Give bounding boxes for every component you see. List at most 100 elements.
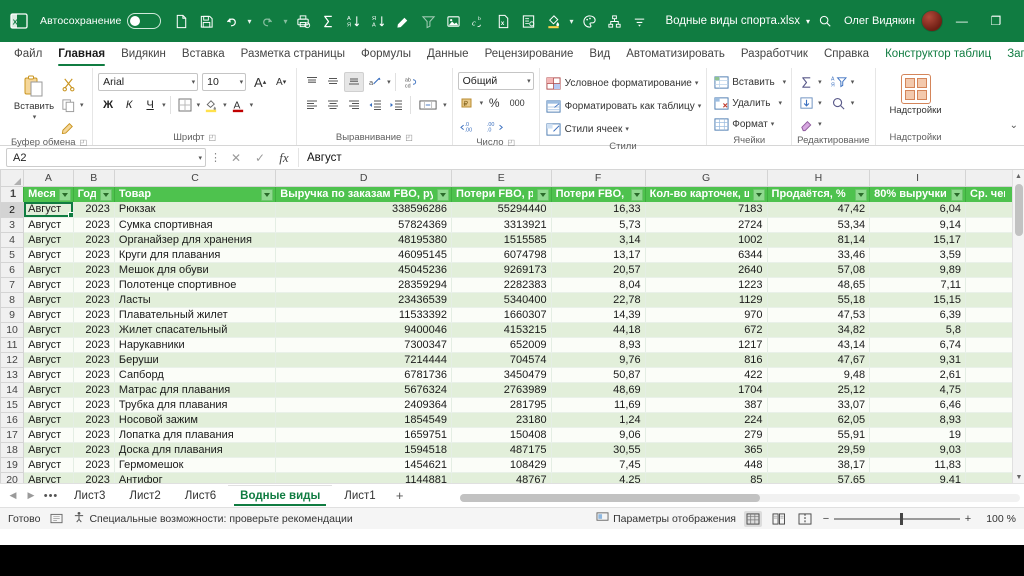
cell-I3[interactable]: 9,14 <box>869 217 967 233</box>
zoom-out-button[interactable]: − <box>822 513 830 525</box>
table-row[interactable]: 10 Август 2023 Жилет спасательный 9400046 415… <box>0 321 1024 338</box>
cell-H2[interactable]: 47,42 <box>767 202 871 218</box>
redo-dropdown-caret[interactable]: ▾ <box>280 9 290 33</box>
autosum-caret[interactable]: ▾ <box>818 78 822 86</box>
cell-H15[interactable]: 33,07 <box>767 397 871 413</box>
tab-vidyakin[interactable]: Видякин <box>113 43 174 65</box>
document-title[interactable]: Водные виды спорта.xlsx ▾ <box>665 15 810 27</box>
cell-I7[interactable]: 7,11 <box>869 277 967 293</box>
name-box[interactable]: A2 ▾ <box>6 148 206 167</box>
column-header-h[interactable]: H <box>766 170 871 187</box>
font-size-combo[interactable]: 10 ▾ <box>202 73 247 91</box>
number-format-combo[interactable]: Общий ▾ <box>457 72 534 90</box>
cell-D9[interactable]: 11533392 <box>275 307 453 323</box>
cell-F9[interactable]: 14,39 <box>551 307 646 323</box>
cell-G14[interactable]: 1704 <box>645 382 768 398</box>
merge-center-button[interactable] <box>415 95 441 115</box>
cell-C19[interactable]: Гермомешок <box>114 457 277 473</box>
cell-B19[interactable]: 2023 <box>73 457 115 473</box>
new-document-icon[interactable] <box>169 9 193 33</box>
tab-insert[interactable]: Вставка <box>174 43 233 65</box>
cell-I5[interactable]: 3,59 <box>869 247 967 263</box>
number-dialog-launcher[interactable]: ◰ <box>508 136 516 150</box>
cell-H9[interactable]: 47,53 <box>767 307 871 323</box>
cell-C4[interactable]: Органайзер для хранения <box>114 232 277 248</box>
insert-cells-caret[interactable]: ▾ <box>783 78 787 86</box>
cell-I4[interactable]: 15,17 <box>869 232 967 248</box>
cell-C16[interactable]: Носовой зажим <box>114 412 277 428</box>
decrease-font-size-button[interactable]: A ▾ <box>271 72 291 92</box>
cell-G5[interactable]: 6344 <box>645 247 768 263</box>
cell-styles-caret[interactable]: ▾ <box>625 125 629 133</box>
fill-color-caret[interactable]: ▾ <box>566 9 576 33</box>
cell-B11[interactable]: 2023 <box>73 337 115 353</box>
cell-styles-button[interactable]: Стили ячеек ▾ <box>545 118 629 140</box>
cell-F13[interactable]: 50,87 <box>551 367 646 383</box>
cell-H5[interactable]: 33,46 <box>767 247 871 263</box>
row-header-19[interactable]: 19 <box>0 456 25 473</box>
cell-H6[interactable]: 57,08 <box>767 262 871 278</box>
clipboard-dialog-launcher[interactable]: ◰ <box>80 136 88 150</box>
align-bottom-button[interactable] <box>344 72 365 92</box>
align-right-button[interactable] <box>344 95 364 115</box>
cell-F11[interactable]: 8,93 <box>551 337 646 353</box>
cell-I20[interactable]: 9,41 <box>869 472 967 483</box>
cell-G9[interactable]: 970 <box>645 307 768 323</box>
cell-D17[interactable]: 1659751 <box>275 427 453 443</box>
format-cells-caret[interactable]: ▾ <box>771 120 775 128</box>
cell-D11[interactable]: 7300347 <box>275 337 453 353</box>
close-button[interactable]: ✕ <box>1015 8 1024 34</box>
filter-button-losses-pct[interactable] <box>630 188 643 201</box>
cell-C3[interactable]: Сумка спортивная <box>114 217 277 233</box>
cell-F20[interactable]: 4,25 <box>551 472 646 483</box>
cell-D19[interactable]: 1454621 <box>275 457 453 473</box>
tab-query[interactable]: Запрос <box>999 43 1024 65</box>
cell-D15[interactable]: 2409364 <box>275 397 453 413</box>
cell-F15[interactable]: 11,69 <box>551 397 646 413</box>
cell-H19[interactable]: 38,17 <box>767 457 871 473</box>
row-header-18[interactable]: 18 <box>0 441 25 458</box>
cell-E11[interactable]: 652009 <box>451 337 552 353</box>
row-header-1[interactable]: 1 <box>0 185 25 203</box>
fill-color-icon[interactable] <box>541 9 565 33</box>
align-left-button[interactable] <box>302 95 322 115</box>
format-painter-icon[interactable] <box>391 9 415 33</box>
zoom-slider-track[interactable] <box>834 512 960 525</box>
cell-G12[interactable]: 816 <box>645 352 768 368</box>
cell-B7[interactable]: 2023 <box>73 277 115 293</box>
minimize-button[interactable]: — <box>947 8 977 34</box>
cell-G2[interactable]: 7183 <box>645 202 768 218</box>
decrease-decimal-button[interactable]: .00.0 <box>483 116 507 136</box>
table-row[interactable]: 4 Август 2023 Органайзер для хранения 481953… <box>0 231 1024 248</box>
cell-D2[interactable]: 338596286 <box>275 202 453 218</box>
comma-format-button[interactable]: 000 <box>505 93 529 113</box>
orientation-button[interactable]: a <box>365 72 385 92</box>
table-row[interactable]: 15 Август 2023 Трубка для плавания 2409364 28… <box>0 396 1024 413</box>
cell-A10[interactable]: Август <box>23 322 74 338</box>
align-middle-button[interactable] <box>323 72 343 92</box>
cell-G6[interactable]: 2640 <box>645 262 768 278</box>
cell-G10[interactable]: 672 <box>645 322 768 338</box>
cell-D6[interactable]: 45045236 <box>275 262 453 278</box>
find-select-button[interactable] <box>830 94 848 112</box>
select-all-corner[interactable] <box>0 170 25 187</box>
tab-formulas[interactable]: Формулы <box>353 43 419 65</box>
tab-automate[interactable]: Автоматизировать <box>618 43 733 65</box>
cell-C6[interactable]: Мешок для обуви <box>114 262 277 278</box>
font-name-combo[interactable]: Arial ▾ <box>98 73 199 91</box>
cell-D14[interactable]: 5676324 <box>275 382 453 398</box>
cell-C7[interactable]: Полотенце спортивное <box>114 277 277 293</box>
accessibility-icon[interactable] <box>50 513 63 525</box>
column-header-c[interactable]: C <box>113 170 277 187</box>
row-header-10[interactable]: 10 <box>0 321 25 338</box>
cell-F12[interactable]: 9,76 <box>551 352 646 368</box>
column-header-a[interactable]: A <box>23 170 74 187</box>
cell-E13[interactable]: 3450479 <box>451 367 552 383</box>
cell-F6[interactable]: 20,57 <box>551 262 646 278</box>
sort-filter-button[interactable]: АЯ <box>830 73 848 91</box>
cell-B8[interactable]: 2023 <box>73 292 115 308</box>
cell-I9[interactable]: 6,39 <box>869 307 967 323</box>
percent-format-button[interactable]: % <box>484 93 504 113</box>
cell-F16[interactable]: 1,24 <box>551 412 646 428</box>
font-dialog-launcher[interactable]: ◰ <box>208 131 216 145</box>
